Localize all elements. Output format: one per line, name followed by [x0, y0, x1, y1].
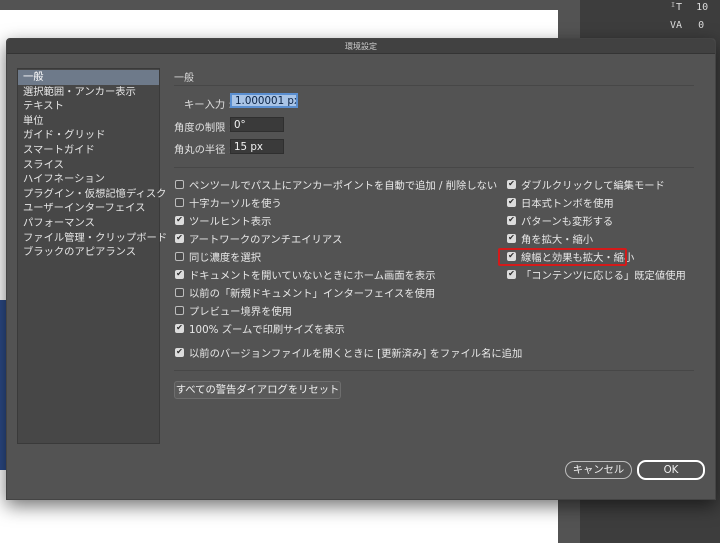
ok-button[interactable]: OK: [637, 460, 705, 480]
option-content-aware-defaults[interactable]: ✔ 「コンテンツに応じる」既定値使用: [507, 266, 686, 282]
option-label: ダブルクリックして編集モード: [521, 179, 665, 192]
angle-constraint-label: 角度の制限 :: [174, 122, 233, 134]
option-label: 十字カーソルを使う: [189, 197, 282, 210]
option-label: アートワークのアンチエイリアス: [189, 233, 343, 246]
reset-warnings-button[interactable]: すべての警告ダイアログをリセット: [174, 381, 341, 399]
sidebar-item-units[interactable]: 単位: [18, 114, 159, 129]
corner-radius-label: 角丸の半径 :: [174, 144, 233, 156]
checkbox-checked-icon[interactable]: ✔: [175, 215, 184, 225]
section-title: 一般: [174, 73, 194, 84]
option-show-home-screen[interactable]: ✔ ドキュメントを開いていないときにホーム画面を表示: [175, 266, 436, 282]
sidebar-item-plugins-scratch-disks[interactable]: プラグイン・仮想記憶ディスク: [18, 187, 166, 202]
sidebar-item-black-appearance[interactable]: ブラックのアピアランス: [18, 245, 159, 260]
tracking-icon: VA: [670, 20, 683, 31]
key-input-field[interactable]: [230, 93, 298, 108]
option-legacy-new-document[interactable]: 以前の「新規ドキュメント」インターフェイスを使用: [175, 284, 435, 300]
sidebar-item-performance[interactable]: パフォーマンス: [18, 216, 159, 231]
font-size-row: ᴵT 10: [670, 2, 720, 18]
sidebar-item-smart-guides[interactable]: スマートガイド: [18, 143, 159, 158]
option-japanese-crop-marks[interactable]: ✔ 日本式トンボを使用: [507, 194, 614, 210]
option-show-tool-tips[interactable]: ✔ ツールヒント表示: [175, 212, 271, 228]
sidebar-item-slices[interactable]: スライス: [18, 158, 159, 173]
option-append-converted[interactable]: ✔ 以前のバージョンファイルを開くときに [更新済み] をファイル名に追加: [175, 344, 522, 360]
cancel-button[interactable]: キャンセル: [565, 461, 632, 479]
sidebar-item-selection-anchor[interactable]: 選択範囲・アンカー表示: [18, 85, 159, 100]
option-label: 同じ濃度を選択: [189, 251, 262, 264]
option-label: 角を拡大・縮小: [521, 233, 594, 246]
checkbox-checked-icon[interactable]: ✔: [175, 323, 184, 333]
option-label: ペンツールでパス上にアンカーポイントを自動で追加 / 削除しない: [189, 179, 498, 192]
option-scale-corners[interactable]: ✔ 角を拡大・縮小: [507, 230, 593, 246]
checkbox-checked-icon[interactable]: ✔: [507, 197, 516, 207]
option-label: ツールヒント表示: [189, 215, 272, 228]
option-pen-no-auto-add-delete[interactable]: ペンツールでパス上にアンカーポイントを自動で追加 / 削除しない: [175, 176, 497, 192]
checkbox-checked-icon[interactable]: ✔: [507, 233, 516, 243]
checkbox-checked-icon[interactable]: ✔: [507, 179, 516, 189]
sidebar-item-hyphenation[interactable]: ハイフネーション: [18, 172, 159, 187]
option-use-preview-bounds[interactable]: プレビュー境界を使用: [175, 302, 292, 318]
option-label: 日本式トンボを使用: [521, 197, 614, 210]
checkbox-checked-icon[interactable]: ✔: [507, 215, 516, 225]
option-print-size-at-100[interactable]: ✔ 100% ズームで印刷サイズを表示: [175, 320, 345, 336]
preferences-category-list: 一般 選択範囲・アンカー表示 テキスト 単位 ガイド・グリッド スマートガイド …: [17, 68, 167, 444]
highlight-frame: [498, 248, 627, 266]
option-label: 100% ズームで印刷サイズを表示: [189, 323, 345, 336]
options-divider: [174, 167, 694, 168]
option-anti-aliased-artwork[interactable]: ✔ アートワークのアンチエイリアス: [175, 230, 342, 246]
option-double-click-isolate[interactable]: ✔ ダブルクリックして編集モード: [507, 176, 665, 192]
reset-divider: [174, 370, 694, 371]
sidebar-item-file-handling[interactable]: ファイル管理・クリップボード: [18, 231, 167, 246]
sidebar-item-guides-grid[interactable]: ガイド・グリッド: [18, 128, 159, 143]
checkbox-checked-icon[interactable]: ✔: [175, 269, 184, 279]
dialog-title: 環境設定: [7, 39, 715, 54]
tracking-value[interactable]: 0: [698, 20, 704, 31]
option-label: 以前のバージョンファイルを開くときに [更新済み] をファイル名に追加: [189, 347, 523, 360]
angle-constraint-field[interactable]: [230, 117, 284, 132]
option-label: 「コンテンツに応じる」既定値使用: [521, 269, 686, 282]
option-select-same-tint[interactable]: 同じ濃度を選択: [175, 248, 261, 264]
font-size-icon: ᴵT: [670, 2, 683, 13]
key-input-label: キー入力 :: [184, 99, 232, 111]
checkbox-unchecked-icon[interactable]: [175, 197, 184, 207]
sidebar-item-text[interactable]: テキスト: [18, 99, 159, 114]
tracking-row: VA 0: [670, 20, 720, 36]
option-label: プレビュー境界を使用: [189, 305, 292, 318]
font-size-value[interactable]: 10: [696, 2, 708, 13]
sidebar-item-user-interface[interactable]: ユーザーインターフェイス: [18, 201, 159, 216]
checkbox-unchecked-icon[interactable]: [175, 305, 184, 315]
option-precise-cursors[interactable]: 十字カーソルを使う: [175, 194, 282, 210]
option-label: ドキュメントを開いていないときにホーム画面を表示: [189, 269, 436, 282]
option-label: パターンも変形する: [521, 215, 614, 228]
preferences-dialog: 環境設定 一般 選択範囲・アンカー表示 テキスト 単位 ガイド・グリッド スマー…: [6, 38, 716, 500]
checkbox-checked-icon[interactable]: ✔: [507, 269, 516, 279]
corner-radius-field[interactable]: [230, 139, 284, 154]
section-divider: [174, 85, 694, 86]
checkbox-checked-icon[interactable]: ✔: [175, 347, 184, 357]
checkbox-unchecked-icon[interactable]: [175, 287, 184, 297]
option-label: 以前の「新規ドキュメント」インターフェイスを使用: [189, 287, 436, 300]
checkbox-checked-icon[interactable]: ✔: [175, 233, 184, 243]
sidebar-item-general[interactable]: 一般: [18, 70, 159, 85]
option-transform-pattern[interactable]: ✔ パターンも変形する: [507, 212, 613, 228]
checkbox-unchecked-icon[interactable]: [175, 251, 184, 261]
checkbox-unchecked-icon[interactable]: [175, 179, 184, 189]
